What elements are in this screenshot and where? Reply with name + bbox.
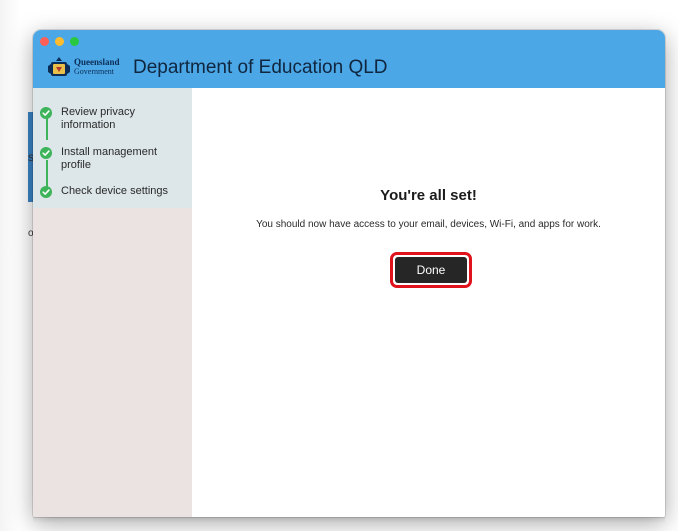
background-window-edge: [0, 0, 20, 531]
close-window-button[interactable]: [40, 37, 49, 46]
main-content: You're all set! You should now have acce…: [192, 88, 665, 517]
onboarding-window: Queensland Government Department of Educ…: [33, 30, 665, 517]
queensland-government-logo: Queensland Government: [47, 55, 133, 79]
crest-icon: [48, 57, 70, 76]
step-label: Review privacy information: [61, 106, 135, 131]
window-shadow: [33, 517, 665, 523]
progress-steps: Review privacy information Install manag…: [33, 88, 192, 208]
check-circle-icon: [40, 186, 52, 198]
minimize-window-button[interactable]: [55, 37, 64, 46]
check-circle-icon: [40, 147, 52, 159]
zoom-window-button[interactable]: [70, 37, 79, 46]
window-title: Department of Education QLD: [133, 57, 388, 78]
title-bar: Queensland Government Department of Educ…: [33, 30, 665, 88]
check-circle-icon: [40, 107, 52, 119]
step-label: Check device settings: [61, 185, 168, 197]
brand-subname: Government: [74, 67, 114, 76]
brand-name: Queensland: [74, 57, 120, 67]
done-button[interactable]: Done: [395, 257, 467, 283]
step-connector: [46, 160, 48, 188]
step-label: Install management profile: [61, 146, 157, 171]
completion-heading: You're all set!: [380, 187, 477, 204]
sidebar: Review privacy information Install manag…: [33, 88, 192, 517]
completion-message: You should now have access to your email…: [256, 219, 601, 230]
